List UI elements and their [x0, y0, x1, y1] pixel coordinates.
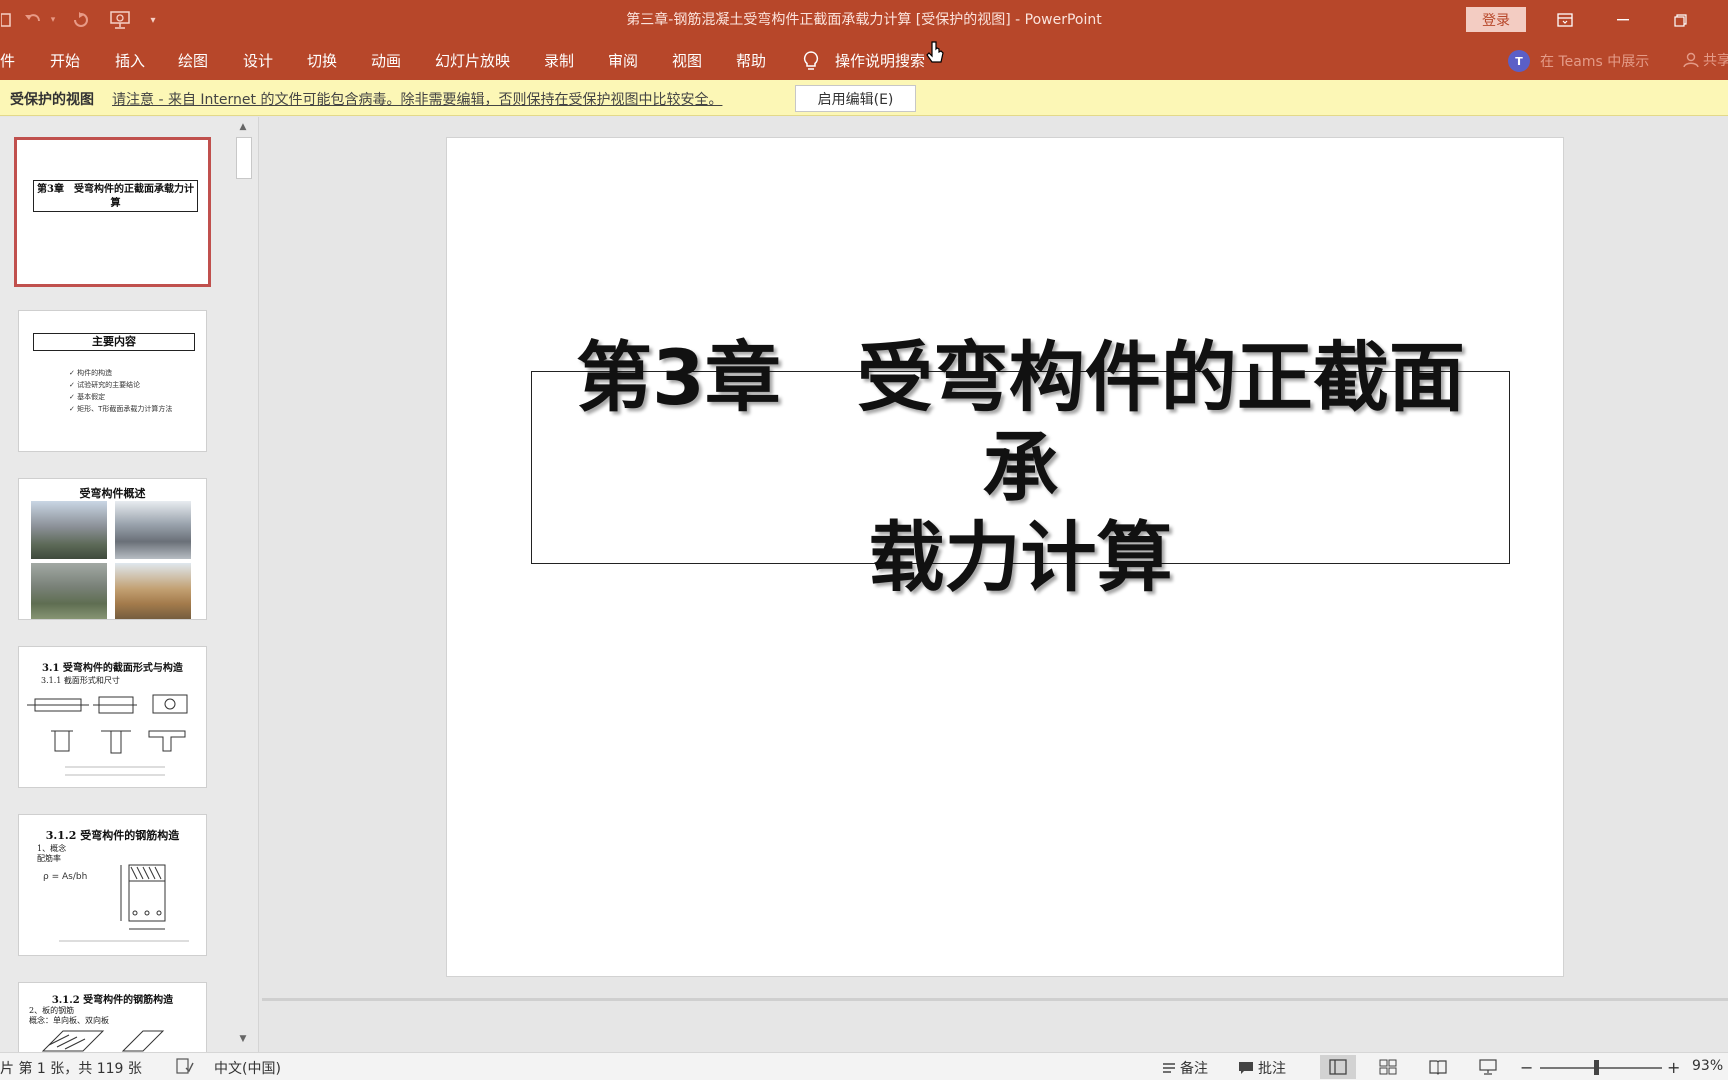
enable-editing-button[interactable]: 启用编辑(E) — [795, 85, 916, 112]
zoom-slider[interactable] — [1540, 1067, 1662, 1069]
redo-icon[interactable] — [68, 8, 94, 32]
notes-label: 备注 — [1180, 1061, 1208, 1077]
slide-title-line: 第3章 受弯构件的正截面承 — [576, 332, 1465, 512]
notes-button[interactable]: 备注 — [1162, 1058, 1208, 1078]
slide-title-placeholder[interactable]: 第3章 受弯构件的正截面承 载力计算 — [531, 333, 1510, 602]
comments-label: 批注 — [1258, 1061, 1286, 1077]
reading-view-button[interactable] — [1420, 1055, 1456, 1079]
list-item: ✓ 构件的构造 — [69, 369, 113, 377]
slab-diagram — [41, 1030, 165, 1052]
undo-icon[interactable] — [20, 8, 46, 32]
teams-label: 在 Teams 中展示 — [1540, 54, 1650, 70]
customize-toolbar-icon[interactable]: ▾ — [146, 8, 160, 32]
save-icon[interactable] — [0, 8, 12, 32]
bridge-photo — [31, 563, 107, 619]
mouse-cursor-icon — [926, 40, 946, 72]
reading-view-icon — [1429, 1060, 1447, 1075]
tab-draw[interactable]: 绘图 — [178, 50, 208, 71]
thumb-title: 第3章 受弯构件的正截面承载力计算 — [37, 184, 194, 209]
slide-title: 第3章 受弯构件的正截面承 载力计算 — [541, 333, 1501, 603]
slideshow-icon — [1479, 1059, 1497, 1075]
tab-file[interactable]: 件 — [0, 50, 15, 71]
tab-record[interactable]: 录制 — [544, 50, 574, 71]
tab-review[interactable]: 审阅 — [608, 50, 638, 71]
list-item: ✓ 矩形、T形截面承载力计算方法 — [69, 405, 173, 413]
tab-animations[interactable]: 动画 — [371, 50, 401, 71]
tell-me-search[interactable]: 操作说明搜索 — [835, 50, 925, 71]
slide-title-line: 载力计算 — [868, 512, 1173, 602]
tab-slideshow[interactable]: 幻灯片放映 — [435, 50, 510, 71]
thumb-list: ✓ 构件的构造 ✓ 试验研究的主要结论 ✓ 基本假定 ✓ 矩形、T形截面承载力计… — [69, 367, 172, 415]
slideshow-view-button[interactable] — [1470, 1055, 1506, 1079]
spelling-check-icon[interactable] — [176, 1058, 194, 1074]
slide-thumbnail-2[interactable]: 主要内容 ✓ 构件的构造 ✓ 试验研究的主要结论 ✓ 基本假定 ✓ 矩形、T形截… — [18, 310, 207, 452]
slide-count: 片 第 1 张，共 119 张 — [0, 1061, 142, 1077]
share-button[interactable]: 共享 — [1683, 50, 1728, 70]
comments-button[interactable]: 批注 — [1238, 1058, 1286, 1078]
restore-icon[interactable] — [1660, 6, 1700, 34]
login-button[interactable]: 登录 — [1466, 7, 1526, 32]
normal-view-button[interactable] — [1320, 1055, 1356, 1079]
scroll-up-icon[interactable]: ▲ — [236, 120, 250, 134]
thumb-title: 3.1.2 受弯构件的钢筋构造 — [45, 829, 180, 842]
tab-design[interactable]: 设计 — [243, 50, 273, 71]
svg-text:ρ = As/bh: ρ = As/bh — [43, 872, 87, 882]
teams-icon: T — [1508, 50, 1530, 72]
title-bar: ▾ ▾ 第三章-钢筋混凝土受弯构件正截面承载力计算 [受保护的视图] - Pow… — [0, 0, 1728, 40]
undo-dropdown-icon[interactable]: ▾ — [48, 8, 58, 32]
thumb-title: 3.1.2 受弯构件的钢筋构造 — [51, 995, 174, 1006]
person-icon — [1683, 52, 1699, 68]
tab-transitions[interactable]: 切换 — [307, 50, 337, 71]
notes-icon — [1163, 1063, 1175, 1073]
comment-icon — [1239, 1062, 1253, 1074]
slide-thumbnail-4[interactable]: 3.1 受弯构件的截面形式与构造 3.1.1 截面形式和尺寸 — [18, 646, 207, 788]
thumb-title: 3.1 受弯构件的截面形式与构造 — [42, 663, 183, 674]
zoom-level[interactable]: 93% — [1692, 1058, 1723, 1074]
zoom-out-icon[interactable]: − — [1520, 1058, 1533, 1077]
status-bar: 片 第 1 张，共 119 张 中文(中国) 备注 批注 − + 93% — [0, 1052, 1728, 1080]
slide-thumbnail-pane: 第3章 受弯构件的正截面承载力计算 主要内容 ✓ 构件的构造 ✓ 试验研究的主要… — [0, 117, 258, 1052]
list-item: ✓ 试验研究的主要结论 — [69, 381, 141, 389]
slide-sorter-button[interactable] — [1370, 1055, 1406, 1079]
lightbulb-icon — [802, 50, 822, 72]
ribbon-tabs: 件 开始 插入 绘图 设计 切换 动画 幻灯片放映 录制 审阅 视图 帮助 操作… — [0, 40, 1728, 80]
bridge-photo — [115, 563, 191, 619]
protected-view-bar: 受保护的视图 请注意 - 来自 Internet 的文件可能包含病毒。除非需要编… — [0, 80, 1728, 116]
current-slide[interactable]: 第3章 受弯构件的正截面承 载力计算 — [446, 137, 1564, 977]
slide-thumbnail-3[interactable]: 受弯构件概述 — [18, 478, 207, 620]
present-from-start-icon[interactable] — [106, 8, 134, 32]
thumbnail-scrollbar[interactable]: ▲ ▼ — [234, 117, 252, 1052]
zoom-in-icon[interactable]: + — [1667, 1058, 1680, 1077]
notes-pane-divider[interactable] — [262, 998, 1728, 1001]
thumb-title: 受弯构件概述 — [79, 487, 146, 500]
share-label: 共享 — [1703, 53, 1728, 69]
thumb-subtitle: 3.1.1 截面形式和尺寸 — [41, 676, 120, 685]
present-in-teams[interactable]: T 在 Teams 中展示 — [1508, 50, 1649, 72]
slide-thumbnail-6[interactable]: 3.1.2 受弯构件的钢筋构造 2、板的钢筋 概念：单向板、双向板 — [18, 982, 207, 1052]
slide-thumbnail-5[interactable]: 3.1.2 受弯构件的钢筋构造 1、概念 配筋率 ρ = As/bh — [18, 814, 207, 956]
tab-help[interactable]: 帮助 — [736, 50, 766, 71]
tab-home[interactable]: 开始 — [50, 50, 80, 71]
reinforcement-diagram: ρ = As/bh — [43, 864, 189, 942]
tab-view[interactable]: 视图 — [672, 50, 702, 71]
normal-view-icon — [1329, 1059, 1347, 1075]
language-indicator[interactable]: 中文(中国) — [214, 1058, 281, 1078]
list-item: ✓ 基本假定 — [69, 393, 106, 401]
tab-insert[interactable]: 插入 — [115, 50, 145, 71]
thumb-title-box: 第3章 受弯构件的正截面承载力计算 — [33, 180, 198, 212]
thumb-title-box: 主要内容 — [33, 333, 195, 351]
zoom-slider-thumb[interactable] — [1594, 1060, 1599, 1075]
ribbon-display-options-icon[interactable] — [1545, 6, 1585, 34]
scrollbar-thumb[interactable] — [236, 137, 252, 179]
slide-thumbnail-1[interactable]: 第3章 受弯构件的正截面承载力计算 — [14, 137, 211, 287]
protected-view-label: 受保护的视图 — [10, 92, 94, 108]
bridge-photo — [115, 501, 191, 559]
scroll-down-icon[interactable]: ▼ — [236, 1032, 250, 1046]
thumb-title: 主要内容 — [92, 335, 136, 348]
bridge-photo — [31, 501, 107, 559]
section-diagrams — [27, 694, 188, 776]
slide-sorter-icon — [1379, 1059, 1397, 1075]
protected-view-message[interactable]: 请注意 - 来自 Internet 的文件可能包含病毒。除非需要编辑，否则保持在… — [112, 89, 722, 109]
minimize-icon[interactable] — [1603, 6, 1643, 34]
